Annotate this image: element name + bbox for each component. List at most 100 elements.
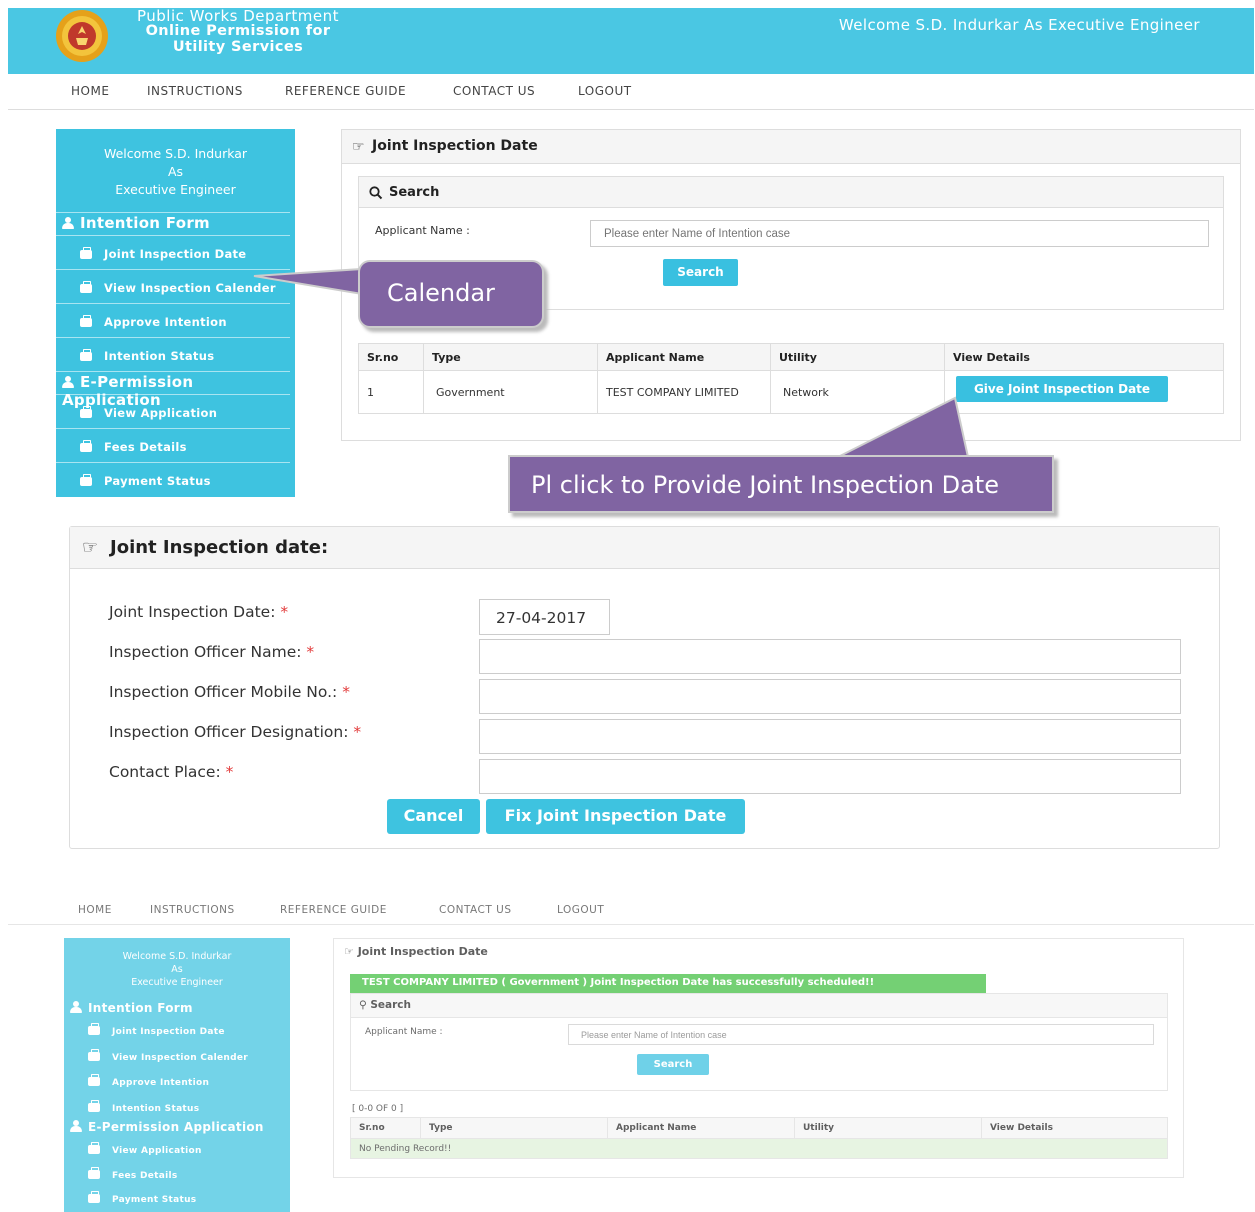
sidebar-item-label: Fees Details xyxy=(104,440,187,454)
panel-title-text: Joint Inspection Date xyxy=(372,138,538,154)
nav-home[interactable]: HOME xyxy=(78,904,112,916)
applicant-name-label: Applicant Name : xyxy=(375,224,470,237)
col-applicant-name: Applicant Name xyxy=(597,343,771,371)
org-subtitle-2: Utility Services xyxy=(172,38,304,55)
sidebar-item-view-application[interactable]: View Application xyxy=(64,1142,202,1156)
col-type: Type xyxy=(423,343,598,371)
col-view-details: View Details xyxy=(944,343,1224,371)
briefcase-icon xyxy=(80,406,92,418)
callout-pointer-calendar xyxy=(253,267,363,296)
applicant-name-input[interactable] xyxy=(568,1024,1154,1045)
date-label: Joint Inspection Date: * xyxy=(109,603,289,621)
briefcase-icon xyxy=(80,281,92,293)
sidebar-item-approve-intention[interactable]: Approve Intention xyxy=(56,315,227,329)
callout-provide-date: Pl click to Provide Joint Inspection Dat… xyxy=(508,455,1054,513)
org-name: Public Works Department xyxy=(137,7,339,25)
give-joint-inspection-date-button[interactable]: Give Joint Inspection Date xyxy=(956,376,1168,402)
cancel-button[interactable]: Cancel xyxy=(387,799,480,834)
pwd-emblem-logo xyxy=(56,10,108,62)
nav-logout[interactable]: LOGOUT xyxy=(557,904,604,916)
fix-joint-inspection-date-button[interactable]: Fix Joint Inspection Date xyxy=(486,799,745,834)
briefcase-icon xyxy=(80,247,92,259)
sidebar-item-payment-status[interactable]: Payment Status xyxy=(64,1191,196,1205)
sidebar-item-joint-inspection-date[interactable]: Joint Inspection Date xyxy=(56,247,246,261)
sidebar-heading-intention[interactable]: Intention Form xyxy=(62,214,210,232)
top-nav: HOME INSTRUCTIONS REFERENCE GUIDE CONTAC… xyxy=(8,74,1254,110)
sidebar-item-label: Intention Status xyxy=(104,349,215,363)
officer-mobile-label: Inspection Officer Mobile No.: * xyxy=(109,683,350,701)
nav-reference-guide[interactable]: REFERENCE GUIDE xyxy=(280,904,387,916)
sidebar-item-approve-intention[interactable]: Approve Intention xyxy=(64,1074,209,1088)
briefcase-icon xyxy=(88,1142,100,1154)
success-alert: TEST COMPANY LIMITED ( Government ) Join… xyxy=(350,974,986,993)
sidebar-heading-label: E-Permission Application xyxy=(62,373,194,409)
sidebar-item-view-application[interactable]: View Application xyxy=(56,406,217,420)
org-title: Public Works Department Online Permissio… xyxy=(118,8,358,55)
callout-calendar: Calendar xyxy=(358,260,544,328)
sidebar-welcome: Welcome S.D. Indurkar As Executive Engin… xyxy=(56,145,295,199)
sidebar-welcome-role: Executive Engineer xyxy=(115,182,236,197)
sidebar-welcome-as: As xyxy=(167,164,184,179)
contact-place-input[interactable] xyxy=(479,759,1181,794)
search-title: ⚲ Search xyxy=(351,994,1167,1018)
briefcase-icon xyxy=(80,474,92,486)
sidebar-welcome: Welcome S.D. Indurkar As Executive Engin… xyxy=(122,951,232,988)
hand-pointer-icon: ☞ xyxy=(82,537,99,558)
user-icon xyxy=(70,1001,82,1013)
nav-contact-us[interactable]: CONTACT US xyxy=(453,84,535,98)
search-icon xyxy=(369,186,383,200)
briefcase-icon xyxy=(88,1023,100,1035)
panel-title: Joint Inspection Date xyxy=(342,130,1240,164)
cell-srno: 1 xyxy=(358,370,424,414)
form-title-text: Joint Inspection date: xyxy=(110,537,329,558)
sidebar-item-payment-status[interactable]: Payment Status xyxy=(56,474,211,488)
nav-home[interactable]: HOME xyxy=(71,84,109,98)
sidebar-result: Welcome S.D. Indurkar As Executive Engin… xyxy=(64,938,290,1212)
joint-inspection-panel-result: ☞ Joint Inspection Date TEST COMPANY LIM… xyxy=(333,938,1184,1178)
cell-type: Government xyxy=(423,370,598,414)
search-icon: ⚲ xyxy=(359,999,367,1011)
sidebar-item-label: View Application xyxy=(104,406,218,420)
user-icon xyxy=(62,217,74,229)
sidebar-item-intention-status[interactable]: Intention Status xyxy=(64,1100,199,1114)
contact-place-label: Contact Place: * xyxy=(109,763,234,781)
briefcase-icon xyxy=(88,1049,100,1061)
sidebar-item-fees-details[interactable]: Fees Details xyxy=(64,1167,178,1181)
sidebar-heading-epermission[interactable]: E-Permission Application xyxy=(70,1120,264,1134)
form-title: Joint Inspection date: xyxy=(70,527,1219,569)
briefcase-icon xyxy=(80,349,92,361)
nav-contact-us[interactable]: CONTACT US xyxy=(439,904,511,916)
briefcase-icon xyxy=(88,1167,100,1179)
sidebar-item-fees-details[interactable]: Fees Details xyxy=(56,440,187,454)
sidebar-item-intention-status[interactable]: Intention Status xyxy=(56,349,214,363)
applications-table: Sr.no Type Applicant Name Utility View D… xyxy=(358,343,1224,414)
callout-pointer-provide xyxy=(837,396,970,458)
search-button[interactable]: Search xyxy=(663,259,738,286)
col-utility: Utility xyxy=(770,343,945,371)
officer-mobile-input[interactable] xyxy=(479,679,1181,714)
nav-instructions[interactable]: INSTRUCTIONS xyxy=(150,904,235,916)
applicant-name-input[interactable] xyxy=(590,220,1209,247)
sidebar-heading-epermission[interactable]: E-Permission Application xyxy=(62,373,295,409)
top-nav-result: HOME INSTRUCTIONS REFERENCE GUIDE CONTAC… xyxy=(8,894,1254,925)
sidebar: Welcome S.D. Indurkar As Executive Engin… xyxy=(56,129,295,497)
search-box: ⚲ Search Applicant Name : Search xyxy=(350,993,1168,1091)
nav-logout[interactable]: LOGOUT xyxy=(578,84,632,98)
paging-info: [ 0-0 OF 0 ] xyxy=(352,1104,404,1114)
cell-action: Give Joint Inspection Date xyxy=(944,370,1224,414)
welcome-text: Welcome S.D. Indurkar As Executive Engin… xyxy=(838,16,1200,34)
table-row: 1 Government TEST COMPANY LIMITED Networ… xyxy=(358,370,1224,414)
officer-designation-input[interactable] xyxy=(479,719,1181,754)
sidebar-item-view-inspection-calender[interactable]: View Inspection Calender xyxy=(56,281,276,295)
nav-reference-guide[interactable]: REFERENCE GUIDE xyxy=(285,84,406,98)
sidebar-item-joint-inspection-date[interactable]: Joint Inspection Date xyxy=(64,1023,225,1037)
nav-instructions[interactable]: INSTRUCTIONS xyxy=(147,84,243,98)
search-button[interactable]: Search xyxy=(637,1054,709,1075)
applicant-name-label: Applicant Name : xyxy=(365,1027,443,1037)
joint-inspection-date-input[interactable]: 27-04-2017 xyxy=(479,599,610,635)
briefcase-icon xyxy=(88,1074,100,1086)
officer-name-input[interactable] xyxy=(479,639,1181,674)
search-title-text: Search xyxy=(389,185,440,200)
sidebar-heading-intention[interactable]: Intention Form xyxy=(70,1001,193,1015)
sidebar-item-view-inspection-calender[interactable]: View Inspection Calender xyxy=(64,1049,248,1063)
